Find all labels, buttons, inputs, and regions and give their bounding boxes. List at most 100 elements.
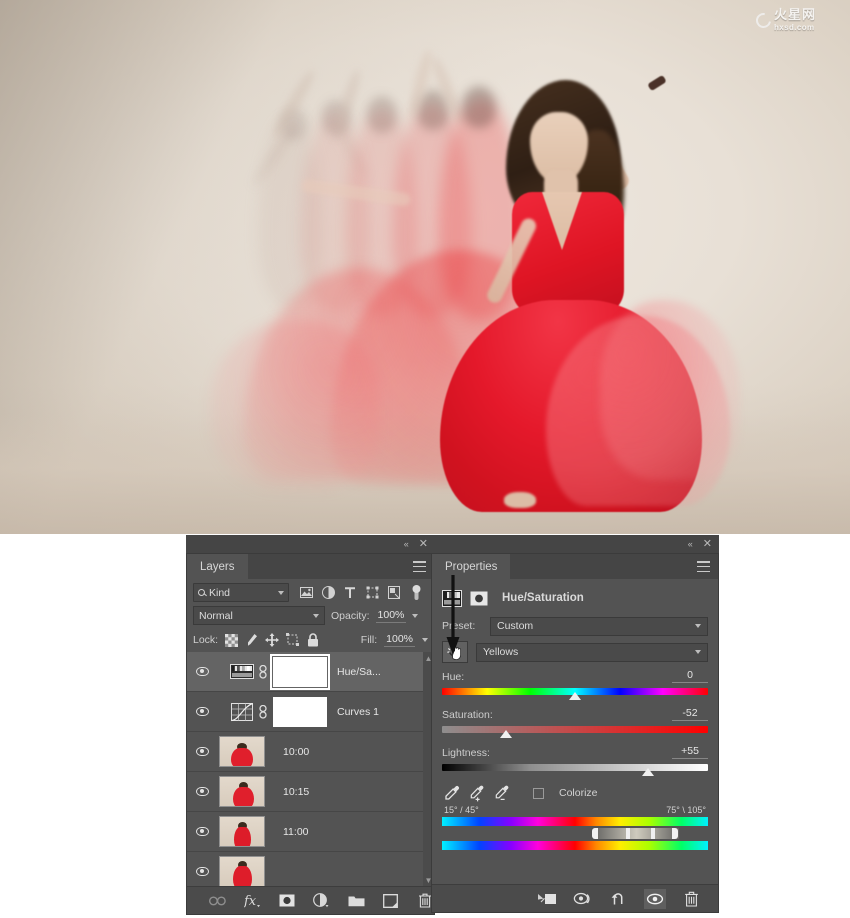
table-row[interactable]: Curves 1 xyxy=(187,692,434,732)
fill-chevron-down-icon[interactable] xyxy=(422,638,428,642)
view-previous-state-icon[interactable] xyxy=(572,889,594,909)
layer-kind-filter-label: Kind xyxy=(209,586,231,599)
hue-saturation-thumbnail-icon[interactable] xyxy=(229,659,255,685)
channel-select[interactable]: Yellows xyxy=(476,642,708,662)
add-layer-mask-icon[interactable] xyxy=(278,892,296,910)
layer-name: Curves 1 xyxy=(337,705,380,718)
svg-text:fx: fx xyxy=(244,894,257,908)
colorize-checkbox[interactable] xyxy=(533,787,544,799)
layers-panel: Layers Kind Normal Opacity: 100% Lock: F… xyxy=(186,553,435,915)
smart-object-filter-icon[interactable] xyxy=(383,583,405,603)
lock-transparency-icon[interactable] xyxy=(225,633,239,647)
blend-mode-select[interactable]: Normal xyxy=(193,606,325,625)
properties-collapse-icon[interactable]: « xyxy=(688,539,693,549)
properties-bottom-toolbar xyxy=(432,884,718,912)
clip-to-layer-icon[interactable] xyxy=(536,889,558,909)
table-row[interactable]: 10:15 xyxy=(187,772,434,812)
table-row[interactable]: Hue/Sa... xyxy=(187,652,434,692)
tab-properties[interactable]: Properties xyxy=(432,554,511,579)
saturation-value[interactable]: -52 xyxy=(672,707,708,721)
thumbnail-dress-shape xyxy=(231,748,253,766)
layer-visibility-toggle[interactable] xyxy=(187,747,217,756)
eye-icon xyxy=(195,667,209,676)
saturation-slider-knob[interactable] xyxy=(499,730,512,738)
eye-icon xyxy=(195,787,209,796)
lock-artboard-icon[interactable] xyxy=(286,633,300,647)
curves-thumbnail-icon[interactable] xyxy=(229,699,255,725)
preset-select[interactable]: Custom xyxy=(490,616,708,636)
layer-type-filter-icons xyxy=(295,583,427,603)
layer-mask-icon[interactable] xyxy=(470,591,488,606)
properties-panel-menu-icon[interactable] xyxy=(697,561,710,572)
on-image-adjustment-hand-tool[interactable] xyxy=(442,641,468,663)
link-mask-icon[interactable] xyxy=(255,664,271,679)
layer-style-fx-icon[interactable]: fx xyxy=(244,892,262,910)
layer-mask-thumbnail[interactable] xyxy=(270,653,330,690)
eyedropper-add-icon[interactable] xyxy=(469,785,485,802)
layer-list[interactable]: Hue/Sa... Curves 1 10:00 10:15 11:00 xyxy=(187,652,434,886)
dancer-wrist-band xyxy=(647,74,667,92)
table-row[interactable] xyxy=(187,852,434,886)
lock-image-icon[interactable] xyxy=(245,633,258,647)
range-handle-end[interactable] xyxy=(650,828,655,839)
link-mask-icon[interactable] xyxy=(255,704,271,719)
layers-close-icon[interactable]: ✕ xyxy=(419,538,428,550)
table-row[interactable]: 10:00 xyxy=(187,732,434,772)
layer-thumbnail[interactable] xyxy=(219,736,265,767)
filter-toggle-icon[interactable] xyxy=(405,583,427,603)
hue-slider-track[interactable] xyxy=(442,688,708,700)
pixel-filter-icon[interactable] xyxy=(295,583,317,603)
layer-mask-thumbnail[interactable] xyxy=(273,696,327,727)
color-range-controls[interactable] xyxy=(442,828,708,839)
lightness-value[interactable]: +55 xyxy=(672,745,708,759)
lightness-slider-track[interactable] xyxy=(442,764,708,776)
link-layers-icon[interactable] xyxy=(209,892,227,910)
lock-label: Lock: xyxy=(193,634,219,646)
type-filter-icon[interactable] xyxy=(339,583,361,603)
layer-visibility-toggle[interactable] xyxy=(187,827,217,836)
adjustment-filter-icon[interactable] xyxy=(317,583,339,603)
eye-icon xyxy=(195,747,209,756)
new-adjustment-layer-icon[interactable] xyxy=(313,892,331,910)
range-handle-fade-end[interactable] xyxy=(672,828,679,839)
new-layer-icon[interactable] xyxy=(382,892,400,910)
reset-icon[interactable] xyxy=(608,889,630,909)
dancer-foot xyxy=(504,492,536,508)
new-group-icon[interactable] xyxy=(347,892,365,910)
layer-thumbnail[interactable] xyxy=(219,856,265,886)
opacity-value[interactable]: 100% xyxy=(375,609,407,623)
saturation-slider-track[interactable] xyxy=(442,726,708,738)
preset-label: Preset: xyxy=(442,620,476,632)
eyedropper-subtract-icon[interactable] xyxy=(494,785,510,801)
lock-all-icon[interactable] xyxy=(307,633,319,647)
toggle-visibility-icon[interactable] xyxy=(644,888,666,909)
fill-value[interactable]: 100% xyxy=(384,633,415,647)
fill-label: Fill: xyxy=(360,634,378,646)
layer-visibility-toggle[interactable] xyxy=(187,667,217,676)
lightness-slider-knob[interactable] xyxy=(642,768,655,776)
adjustment-title: Hue/Saturation xyxy=(502,592,584,604)
layer-visibility-toggle[interactable] xyxy=(187,867,217,876)
tab-layers[interactable]: Layers xyxy=(187,554,248,579)
preset-row: Preset: Custom xyxy=(432,613,718,639)
range-handle-start[interactable] xyxy=(625,828,630,839)
delete-adjustment-icon[interactable] xyxy=(680,889,702,909)
layer-kind-filter-select[interactable]: Kind xyxy=(193,583,289,602)
properties-close-icon[interactable]: ✕ xyxy=(703,538,712,550)
lock-position-icon[interactable] xyxy=(265,633,280,647)
properties-header: Hue/Saturation xyxy=(432,583,718,613)
shape-filter-icon[interactable] xyxy=(361,583,383,603)
table-row[interactable]: 11:00 xyxy=(187,812,434,852)
opacity-chevron-down-icon[interactable] xyxy=(412,613,419,618)
layers-collapse-icon[interactable]: « xyxy=(404,539,409,549)
layer-thumbnail[interactable] xyxy=(219,776,265,807)
eyedropper-icon[interactable] xyxy=(444,785,460,801)
hue-slider-knob[interactable] xyxy=(569,692,581,700)
layer-visibility-toggle[interactable] xyxy=(187,787,217,796)
range-handle-fade-start[interactable] xyxy=(592,828,599,839)
layer-thumbnail[interactable] xyxy=(219,816,265,847)
blend-mode-value: Normal xyxy=(199,609,233,622)
layer-visibility-toggle[interactable] xyxy=(187,707,217,716)
layers-panel-menu-icon[interactable] xyxy=(413,561,426,572)
hue-value[interactable]: 0 xyxy=(672,669,708,683)
